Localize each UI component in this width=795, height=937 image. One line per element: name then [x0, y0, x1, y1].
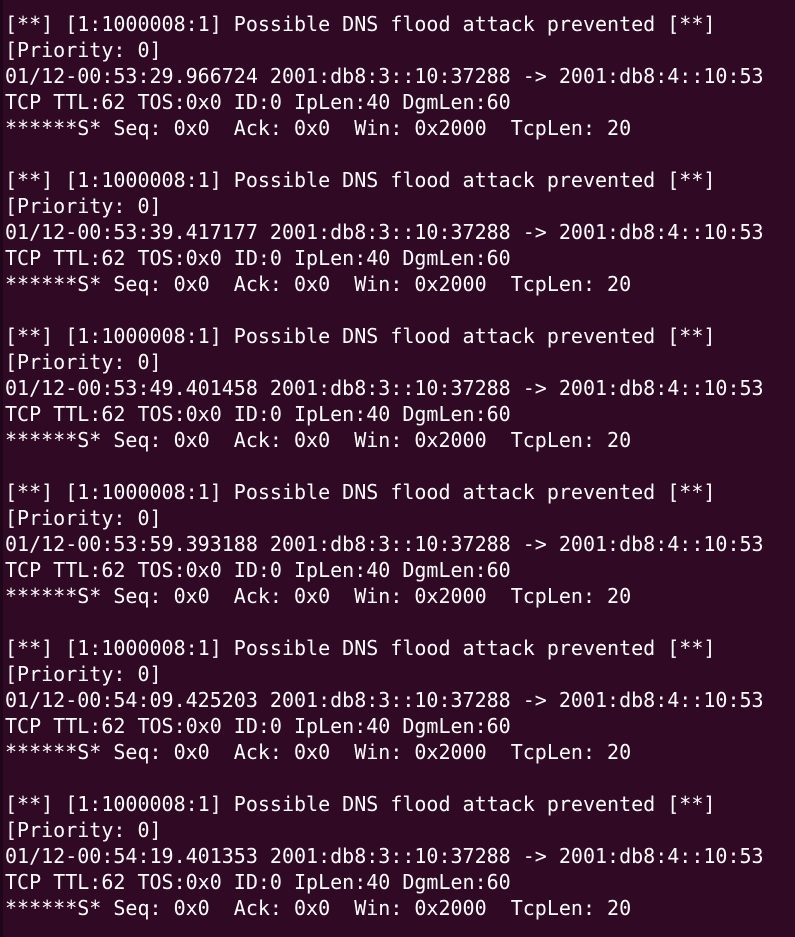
terminal-edge [0, 0, 3, 937]
alert-ip-info: TCP TTL:62 TOS:0x0 ID:0 IpLen:40 DgmLen:… [5, 714, 511, 738]
alert-tcp-info: ******S* Seq: 0x0 Ack: 0x0 Win: 0x2000 T… [5, 740, 632, 764]
alert-tcp-info: ******S* Seq: 0x0 Ack: 0x0 Win: 0x2000 T… [5, 272, 632, 296]
alert-ip-info: TCP TTL:62 TOS:0x0 ID:0 IpLen:40 DgmLen:… [5, 558, 511, 582]
alert-ip-info: TCP TTL:62 TOS:0x0 ID:0 IpLen:40 DgmLen:… [5, 246, 511, 270]
alert-entry: [**] [1:1000008:1] Possible DNS flood at… [5, 167, 795, 297]
terminal-window[interactable]: [**] [1:1000008:1] Possible DNS flood at… [0, 0, 795, 937]
alert-tcp-info: ******S* Seq: 0x0 Ack: 0x0 Win: 0x2000 T… [5, 428, 632, 452]
alert-tcp-info: ******S* Seq: 0x0 Ack: 0x0 Win: 0x2000 T… [5, 896, 632, 920]
alert-tcp-info: ******S* Seq: 0x0 Ack: 0x0 Win: 0x2000 T… [5, 116, 632, 140]
alert-ip-info: TCP TTL:62 TOS:0x0 ID:0 IpLen:40 DgmLen:… [5, 402, 511, 426]
alert-priority: [Priority: 0] [5, 350, 162, 374]
alert-header: [**] [1:1000008:1] Possible DNS flood at… [5, 168, 716, 192]
alert-priority: [Priority: 0] [5, 818, 162, 842]
alert-tcp-info: ******S* Seq: 0x0 Ack: 0x0 Win: 0x2000 T… [5, 584, 632, 608]
alert-header: [**] [1:1000008:1] Possible DNS flood at… [5, 12, 716, 36]
alert-header: [**] [1:1000008:1] Possible DNS flood at… [5, 324, 716, 348]
alert-header: [**] [1:1000008:1] Possible DNS flood at… [5, 792, 716, 816]
alert-priority: [Priority: 0] [5, 194, 162, 218]
alert-priority: [Priority: 0] [5, 662, 162, 686]
alert-flow: 01/12-00:54:09.425203 2001:db8:3::10:372… [5, 688, 764, 712]
alert-ip-info: TCP TTL:62 TOS:0x0 ID:0 IpLen:40 DgmLen:… [5, 90, 511, 114]
alert-entry: [**] [1:1000008:1] Possible DNS flood at… [5, 791, 795, 921]
alert-entry: [**] [1:1000008:1] Possible DNS flood at… [5, 11, 795, 141]
alert-entry: [**] [1:1000008:1] Possible DNS flood at… [5, 635, 795, 765]
alert-header: [**] [1:1000008:1] Possible DNS flood at… [5, 480, 716, 504]
alert-priority: [Priority: 0] [5, 506, 162, 530]
alert-flow: 01/12-00:53:59.393188 2001:db8:3::10:372… [5, 532, 764, 556]
alert-priority: [Priority: 0] [5, 38, 162, 62]
alert-entry: [**] [1:1000008:1] Possible DNS flood at… [5, 479, 795, 609]
alert-flow: 01/12-00:53:29.966724 2001:db8:3::10:372… [5, 64, 764, 88]
alert-header: [**] [1:1000008:1] Possible DNS flood at… [5, 636, 716, 660]
alert-flow: 01/12-00:54:19.401353 2001:db8:3::10:372… [5, 844, 764, 868]
alert-entry: [**] [1:1000008:1] Possible DNS flood at… [5, 323, 795, 453]
alert-flow: 01/12-00:53:49.401458 2001:db8:3::10:372… [5, 376, 764, 400]
alert-flow: 01/12-00:53:39.417177 2001:db8:3::10:372… [5, 220, 764, 244]
alert-ip-info: TCP TTL:62 TOS:0x0 ID:0 IpLen:40 DgmLen:… [5, 870, 511, 894]
